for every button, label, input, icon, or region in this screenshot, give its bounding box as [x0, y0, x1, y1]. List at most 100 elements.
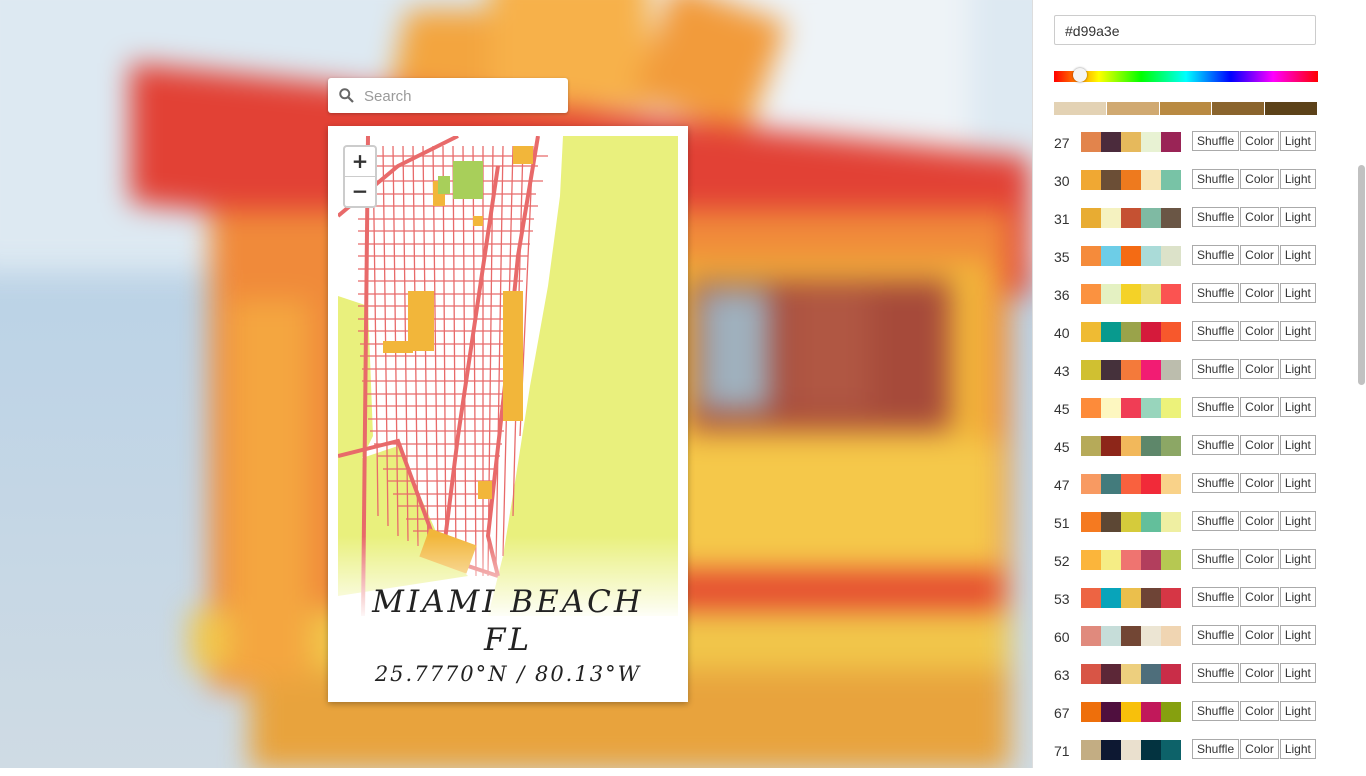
shade-swatch[interactable]	[1159, 102, 1212, 115]
color-swatch[interactable]	[1081, 170, 1101, 190]
color-swatch[interactable]	[1161, 170, 1181, 190]
palette-swatches[interactable]	[1081, 550, 1181, 570]
color-button[interactable]: Color	[1240, 283, 1279, 303]
color-swatch[interactable]	[1161, 436, 1181, 456]
color-swatch[interactable]	[1161, 284, 1181, 304]
color-swatch[interactable]	[1081, 360, 1101, 380]
light-button[interactable]: Light	[1279, 739, 1316, 759]
color-swatch[interactable]	[1101, 702, 1121, 722]
color-swatch[interactable]	[1121, 740, 1141, 760]
color-swatch[interactable]	[1161, 702, 1181, 722]
color-swatch[interactable]	[1101, 474, 1121, 494]
palette-swatches[interactable]	[1081, 246, 1181, 266]
color-swatch[interactable]	[1141, 740, 1161, 760]
light-button[interactable]: Light	[1279, 435, 1316, 455]
palette-swatches[interactable]	[1081, 436, 1181, 456]
color-swatch[interactable]	[1101, 208, 1121, 228]
light-button[interactable]: Light	[1279, 511, 1316, 531]
color-swatch[interactable]	[1161, 550, 1181, 570]
color-swatch[interactable]	[1121, 132, 1141, 152]
shuffle-button[interactable]: Shuffle	[1192, 283, 1240, 303]
shuffle-button[interactable]: Shuffle	[1192, 739, 1240, 759]
color-button[interactable]: Color	[1240, 473, 1279, 493]
light-button[interactable]: Light	[1279, 283, 1316, 303]
color-swatch[interactable]	[1161, 322, 1181, 342]
light-button[interactable]: Light	[1279, 663, 1316, 683]
color-swatch[interactable]	[1121, 246, 1141, 266]
color-swatch[interactable]	[1081, 740, 1101, 760]
color-swatch[interactable]	[1161, 360, 1181, 380]
color-swatch[interactable]	[1081, 664, 1101, 684]
light-button[interactable]: Light	[1279, 207, 1316, 227]
color-button[interactable]: Color	[1240, 511, 1279, 531]
shuffle-button[interactable]: Shuffle	[1192, 207, 1240, 227]
color-swatch[interactable]	[1081, 132, 1101, 152]
color-swatch[interactable]	[1141, 170, 1161, 190]
shuffle-button[interactable]: Shuffle	[1192, 625, 1240, 645]
color-swatch[interactable]	[1161, 512, 1181, 532]
color-swatch[interactable]	[1081, 208, 1101, 228]
color-button[interactable]: Color	[1240, 207, 1279, 227]
light-button[interactable]: Light	[1279, 169, 1316, 189]
light-button[interactable]: Light	[1279, 701, 1316, 721]
color-swatch[interactable]	[1081, 550, 1101, 570]
light-button[interactable]: Light	[1279, 131, 1316, 151]
light-button[interactable]: Light	[1279, 359, 1316, 379]
light-button[interactable]: Light	[1279, 625, 1316, 645]
color-swatch[interactable]	[1161, 474, 1181, 494]
color-button[interactable]: Color	[1240, 245, 1279, 265]
shade-swatch[interactable]	[1054, 102, 1106, 115]
color-swatch[interactable]	[1121, 550, 1141, 570]
light-button[interactable]: Light	[1279, 473, 1316, 493]
color-swatch[interactable]	[1141, 474, 1161, 494]
color-swatch[interactable]	[1141, 284, 1161, 304]
color-swatch[interactable]	[1081, 436, 1101, 456]
color-swatch[interactable]	[1081, 284, 1101, 304]
color-swatch[interactable]	[1121, 170, 1141, 190]
light-button[interactable]: Light	[1279, 549, 1316, 569]
color-swatch[interactable]	[1101, 626, 1121, 646]
color-button[interactable]: Color	[1240, 625, 1279, 645]
palette-swatches[interactable]	[1081, 702, 1181, 722]
color-button[interactable]: Color	[1240, 131, 1279, 151]
palette-swatches[interactable]	[1081, 474, 1181, 494]
hue-slider-thumb[interactable]	[1073, 68, 1087, 82]
color-swatch[interactable]	[1101, 170, 1121, 190]
color-swatch[interactable]	[1121, 360, 1141, 380]
color-swatch[interactable]	[1101, 550, 1121, 570]
color-swatch[interactable]	[1161, 740, 1181, 760]
color-swatch[interactable]	[1141, 664, 1161, 684]
palette-swatches[interactable]	[1081, 664, 1181, 684]
shuffle-button[interactable]: Shuffle	[1192, 131, 1240, 151]
color-swatch[interactable]	[1141, 246, 1161, 266]
color-button[interactable]: Color	[1240, 169, 1279, 189]
color-button[interactable]: Color	[1240, 397, 1279, 417]
color-swatch[interactable]	[1081, 322, 1101, 342]
color-swatch[interactable]	[1161, 664, 1181, 684]
color-swatch[interactable]	[1141, 132, 1161, 152]
color-swatch[interactable]	[1101, 512, 1121, 532]
color-swatch[interactable]	[1081, 246, 1101, 266]
shuffle-button[interactable]: Shuffle	[1192, 435, 1240, 455]
palette-swatches[interactable]	[1081, 588, 1181, 608]
color-button[interactable]: Color	[1240, 739, 1279, 759]
color-swatch[interactable]	[1081, 702, 1101, 722]
color-swatch[interactable]	[1101, 284, 1121, 304]
palette-swatches[interactable]	[1081, 132, 1181, 152]
light-button[interactable]: Light	[1279, 245, 1316, 265]
color-swatch[interactable]	[1161, 626, 1181, 646]
zoom-in-button[interactable]: +	[345, 147, 375, 177]
shuffle-button[interactable]: Shuffle	[1192, 587, 1240, 607]
color-button[interactable]: Color	[1240, 321, 1279, 341]
hex-color-input[interactable]: #d99a3e	[1054, 15, 1316, 45]
color-swatch[interactable]	[1081, 588, 1101, 608]
shuffle-button[interactable]: Shuffle	[1192, 511, 1240, 531]
shuffle-button[interactable]: Shuffle	[1192, 169, 1240, 189]
color-swatch[interactable]	[1161, 398, 1181, 418]
color-swatch[interactable]	[1101, 132, 1121, 152]
palette-swatches[interactable]	[1081, 360, 1181, 380]
color-swatch[interactable]	[1121, 664, 1141, 684]
shuffle-button[interactable]: Shuffle	[1192, 663, 1240, 683]
shuffle-button[interactable]: Shuffle	[1192, 701, 1240, 721]
color-swatch[interactable]	[1101, 436, 1121, 456]
